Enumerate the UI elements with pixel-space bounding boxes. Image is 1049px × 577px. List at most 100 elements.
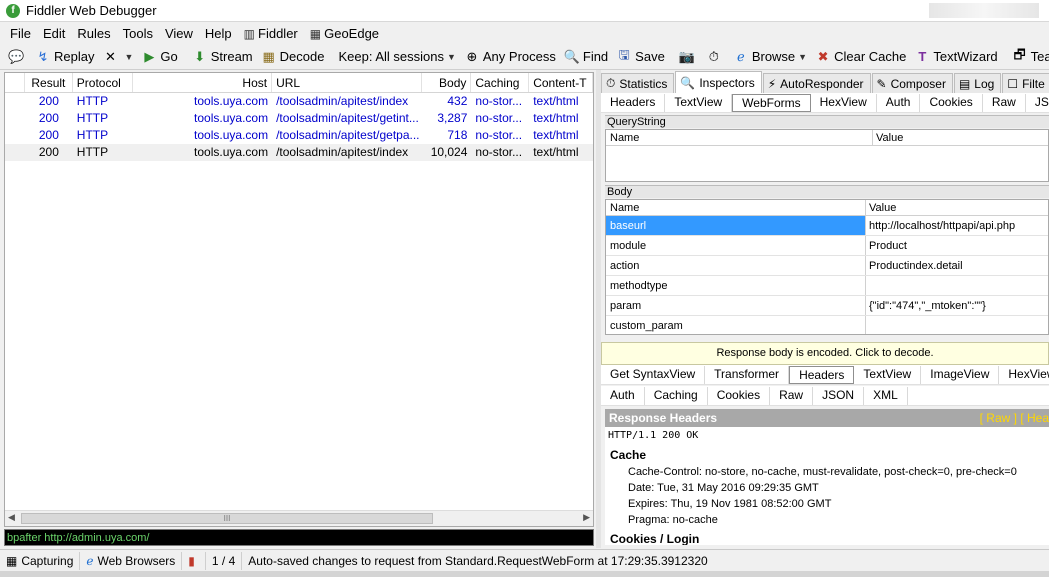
resp-tab-json[interactable]: JSON	[813, 386, 865, 405]
column-icon[interactable]	[5, 73, 25, 92]
body-grid[interactable]: Name Value baseurl http://localhost/http…	[605, 199, 1049, 335]
session-row[interactable]: 200 HTTP tools.uya.com /toolsadmin/apite…	[5, 93, 593, 110]
req-tab-textview[interactable]: TextView	[665, 93, 733, 112]
req-tab-webforms[interactable]: WebForms	[732, 93, 811, 112]
header-item[interactable]: Pragma: no-cache	[605, 512, 1049, 528]
header-item[interactable]: Cache-Control: no-store, no-cache, must-…	[605, 464, 1049, 480]
scroll-left-icon[interactable]: ◀	[8, 512, 15, 523]
tearoff-button[interactable]: 🗗 Tearoff	[1008, 46, 1049, 68]
tab-composer-label: Composer	[890, 76, 946, 91]
resp-tab-cookies[interactable]: Cookies	[708, 386, 771, 405]
capturing-toggle[interactable]: ▦ Capturing	[0, 551, 81, 570]
session-row[interactable]: 200 HTTP tools.uya.com /toolsadmin/apite…	[5, 110, 593, 127]
session-row[interactable]: 200 HTTP tools.uya.com /toolsadmin/apite…	[5, 127, 593, 144]
req-tab-raw[interactable]: Raw	[983, 93, 1026, 112]
capturing-label: Capturing	[21, 553, 74, 568]
resp-tab-transformer[interactable]: Transformer	[705, 365, 790, 384]
filter-checkbox-icon: ☐	[1007, 76, 1019, 91]
stream-button[interactable]: ⬇ Stream	[188, 46, 257, 68]
save-disk-icon: 🖫	[618, 46, 630, 62]
tab-filters[interactable]: ☐ Filte	[1002, 73, 1049, 93]
menu-geoedge[interactable]: ▦ GeoEdge	[304, 26, 385, 41]
sessions-list[interactable]: Result Protocol Host URL Body Caching Co…	[4, 72, 594, 527]
scroll-right-icon[interactable]: ▶	[583, 512, 590, 523]
column-result[interactable]: Result	[25, 73, 73, 92]
find-button[interactable]: 🔍 Find	[560, 46, 612, 68]
resp-tab-auth[interactable]: Auth	[601, 386, 645, 405]
column-content-type[interactable]: Content-T	[529, 73, 593, 92]
header-item[interactable]: Expires: Thu, 19 Nov 1981 08:52:00 GMT	[605, 496, 1049, 512]
quickexec-input[interactable]: bpafter http://admin.uya.com/	[4, 529, 594, 546]
req-tab-json[interactable]: JSO	[1026, 94, 1049, 112]
scrollbar-thumb[interactable]: III	[21, 513, 433, 524]
header-group-cookies-login[interactable]: Cookies / Login	[605, 528, 1049, 545]
screenshot-button[interactable]: 📷	[675, 46, 702, 68]
clear-cache-button[interactable]: ✖ Clear Cache	[811, 46, 910, 68]
tab-autoresponder[interactable]: ⚡ AutoResponder	[762, 73, 871, 93]
resp-tab-imageview[interactable]: ImageView	[921, 365, 1000, 384]
req-tab-hexview[interactable]: HexView	[811, 93, 877, 112]
column-caching[interactable]: Caching	[471, 73, 530, 92]
body-row[interactable]: module Product	[606, 236, 1048, 256]
resp-tab-textview[interactable]: TextView	[854, 365, 922, 384]
resp-tab-syntaxview[interactable]: Get SyntaxView	[601, 365, 706, 384]
body-row[interactable]: custom_param	[606, 316, 1048, 334]
breakpoint-indicator[interactable]: ▮	[182, 551, 206, 570]
timer-button[interactable]: ⏱	[702, 46, 729, 68]
body-field-value[interactable]: {"id":"474","_mtoken":""}	[866, 296, 1048, 315]
menu-rules[interactable]: Rules	[71, 26, 116, 41]
raw-header-links[interactable]: [ Raw ] [ Hea	[980, 409, 1049, 427]
pane-splitter[interactable]	[596, 70, 601, 548]
browse-button[interactable]: ℯ Browse ▼	[729, 46, 811, 68]
menu-tools[interactable]: Tools	[117, 26, 159, 41]
textwizard-button[interactable]: T TextWizard	[910, 46, 1001, 68]
go-button[interactable]: ▶ Go	[137, 46, 181, 68]
comment-button[interactable]: 💬	[4, 46, 31, 68]
resp-tab-headers[interactable]: Headers	[789, 365, 855, 384]
body-row[interactable]: param {"id":"474","_mtoken":""}	[606, 296, 1048, 316]
status-bar: ▦ Capturing ℯ Web Browsers ▮ 1 / 4 Auto-sa…	[0, 549, 1049, 571]
body-field-value[interactable]: Productindex.detail	[866, 256, 1048, 275]
column-host[interactable]: Host	[133, 73, 273, 92]
body-row[interactable]: baseurl http://localhost/httpapi/api.php	[606, 216, 1048, 236]
tab-statistics[interactable]: ⏱ Statistics	[601, 73, 675, 93]
menu-fiddler[interactable]: ▥ Fiddler	[238, 26, 304, 41]
body-field-value[interactable]	[866, 276, 1048, 295]
resp-tab-raw[interactable]: Raw	[770, 386, 814, 405]
header-item[interactable]: Date: Tue, 31 May 2016 09:29:35 GMT	[605, 480, 1049, 496]
process-filter[interactable]: ℯ Web Browsers	[80, 551, 183, 570]
req-tab-headers[interactable]: Headers	[601, 93, 666, 112]
req-tab-auth[interactable]: Auth	[877, 93, 921, 112]
menu-view[interactable]: View	[159, 26, 199, 41]
body-row[interactable]: action Productindex.detail	[606, 256, 1048, 276]
body-field-value[interactable]: http://localhost/httpapi/api.php	[866, 216, 1048, 235]
replay-button[interactable]: ↯ Replay	[31, 46, 98, 68]
tab-inspectors[interactable]: 🔍 Inspectors	[675, 71, 762, 93]
resp-tab-hexview[interactable]: HexView	[999, 366, 1049, 384]
response-headers-tree[interactable]: HTTP/1.1 200 OK Cache Cache-Control: no-…	[605, 427, 1049, 545]
tab-composer[interactable]: ✎ Composer	[871, 73, 953, 93]
header-group-cache[interactable]: Cache	[605, 444, 1049, 464]
save-button[interactable]: 🖫 Save	[612, 46, 669, 68]
req-tab-cookies[interactable]: Cookies	[920, 93, 983, 112]
resp-tab-caching[interactable]: Caching	[645, 386, 708, 405]
body-field-value[interactable]	[866, 316, 1048, 334]
session-row-selected[interactable]: 200 HTTP tools.uya.com /toolsadmin/apite…	[5, 144, 593, 161]
decode-button[interactable]: ▦ Decode	[257, 46, 329, 68]
menu-edit[interactable]: Edit	[37, 26, 71, 41]
column-url[interactable]: URL	[272, 73, 422, 92]
tab-log[interactable]: ▤ Log	[953, 73, 1002, 93]
column-body[interactable]: Body	[422, 73, 472, 92]
column-protocol[interactable]: Protocol	[73, 73, 133, 92]
body-field-value[interactable]: Product	[866, 236, 1048, 255]
menu-help[interactable]: Help	[199, 26, 238, 41]
remove-button[interactable]: ✕ ▼	[98, 46, 137, 68]
resp-tab-xml[interactable]: XML	[864, 386, 908, 405]
decode-response-notice[interactable]: Response body is encoded. Click to decod…	[601, 342, 1049, 365]
keep-sessions-dropdown[interactable]: Keep: All sessions ▼	[334, 46, 459, 68]
querystring-grid[interactable]: Name Value	[605, 129, 1049, 182]
any-process-button[interactable]: ⊕ Any Process	[460, 46, 560, 68]
menu-file[interactable]: File	[4, 26, 37, 41]
body-row[interactable]: methodtype	[606, 276, 1048, 296]
sessions-horizontal-scrollbar[interactable]: ◀ III ▶	[5, 510, 593, 526]
